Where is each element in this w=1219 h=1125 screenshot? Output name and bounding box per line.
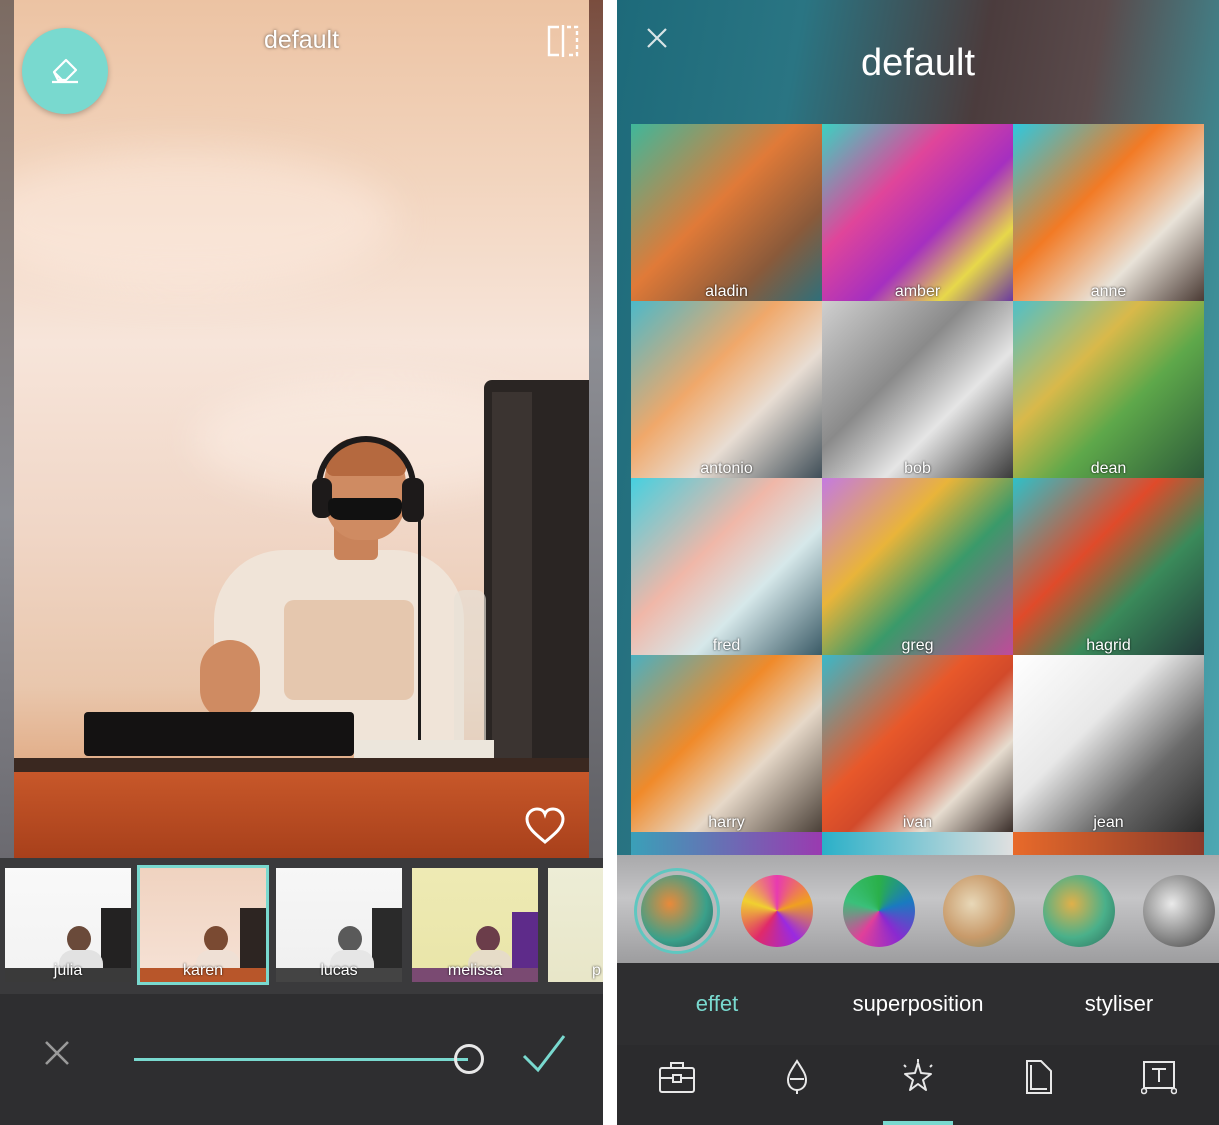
heart-icon	[524, 807, 566, 850]
text-frame-icon	[1140, 1059, 1178, 1099]
editor-action-bar	[0, 994, 603, 1125]
effect-preset-label: greg	[901, 637, 934, 654]
effect-preset-label: hagrid	[1086, 637, 1131, 654]
effect-category-4[interactable]	[943, 875, 1015, 947]
effect-category-strip	[617, 855, 1219, 963]
drop-icon	[784, 1059, 810, 1099]
effect-preset-fred[interactable]: fred	[631, 478, 822, 655]
close-icon	[42, 1041, 72, 1072]
effect-mode-tabs: effet superposition styliser	[617, 963, 1219, 1045]
tab-superposition[interactable]: superposition	[818, 991, 1018, 1017]
effect-preset-harry[interactable]: harry	[631, 655, 822, 832]
photo-edge-left	[0, 0, 14, 858]
effect-preset-anne[interactable]: anne	[1013, 124, 1204, 301]
filter-thumb-lucas[interactable]: lucas	[276, 868, 402, 982]
effect-preset-label: fred	[712, 637, 741, 654]
effect-category-2[interactable]	[741, 875, 813, 947]
photo-preview	[14, 0, 589, 858]
effect-preset-hagrid[interactable]: hagrid	[1013, 478, 1204, 655]
effect-preset-ivan[interactable]: ivan	[822, 655, 1013, 832]
effect-preset-grid: aladin amber anne antonio bob dean fred …	[631, 124, 1205, 855]
tool-sparkle[interactable]	[898, 1059, 938, 1099]
screen-divider	[603, 0, 617, 1125]
favorite-button[interactable]	[524, 806, 566, 850]
effect-category-5[interactable]	[1043, 875, 1115, 947]
effect-preset-dean[interactable]: dean	[1013, 301, 1204, 478]
effect-category-6[interactable]	[1143, 875, 1215, 947]
page-title: default	[263, 26, 340, 54]
effect-preset-aladin[interactable]: aladin	[631, 124, 822, 301]
effect-preset-label: ivan	[902, 814, 933, 831]
effect-preset-jean[interactable]: jean	[1013, 655, 1204, 832]
tool-toolbox[interactable]	[657, 1059, 697, 1099]
filter-thumb-label: julia	[53, 962, 83, 979]
filter-editor-screen: default julia karen lucas melissa p	[0, 0, 603, 1125]
pages-icon	[1023, 1059, 1055, 1099]
strength-slider-handle[interactable]	[454, 1044, 484, 1074]
effect-preset-label: anne	[1090, 283, 1127, 300]
filter-thumb-label: lucas	[320, 962, 358, 979]
filter-thumb-label: p	[592, 962, 601, 979]
eraser-icon	[48, 54, 82, 88]
strength-slider-track[interactable]	[134, 1058, 468, 1061]
filter-thumb-label: karen	[182, 962, 224, 979]
tab-effet[interactable]: effet	[617, 991, 817, 1017]
filter-thumb-melissa[interactable]: melissa	[412, 868, 538, 982]
confirm-button[interactable]	[520, 1032, 568, 1080]
bottom-toolbar	[617, 1045, 1219, 1125]
effect-preset-amber[interactable]: amber	[822, 124, 1013, 301]
effect-preset-label: amber	[894, 283, 941, 300]
filter-thumb-karen[interactable]: karen	[137, 865, 269, 985]
check-icon	[520, 1035, 568, 1080]
compare-button[interactable]	[545, 24, 581, 62]
filter-thumbnail-strip: julia karen lucas melissa p	[0, 858, 603, 994]
effect-preset-label: antonio	[700, 460, 753, 477]
cancel-button[interactable]	[42, 1038, 72, 1072]
filter-thumb-label: melissa	[447, 962, 503, 979]
effect-preset-label: aladin	[705, 283, 748, 300]
filter-thumb-julia[interactable]: julia	[5, 868, 131, 982]
photo-edge-right	[589, 0, 603, 858]
compare-icon	[545, 25, 581, 62]
effect-preset-label: jean	[1093, 814, 1124, 831]
effect-preset-bob[interactable]: bob	[822, 301, 1013, 478]
sparkle-icon	[900, 1059, 936, 1099]
effect-category-1[interactable]	[641, 875, 713, 947]
tool-drop[interactable]	[777, 1059, 817, 1099]
effect-preset-partial[interactable]	[1013, 832, 1204, 855]
effect-preset-label: harry	[708, 814, 745, 831]
effect-category-3[interactable]	[843, 875, 915, 947]
tool-pages[interactable]	[1019, 1059, 1059, 1099]
tab-styliser[interactable]: styliser	[1019, 991, 1219, 1017]
active-tool-indicator	[883, 1121, 953, 1125]
tool-text-frame[interactable]	[1139, 1059, 1179, 1099]
toolbox-icon	[658, 1060, 696, 1098]
effect-preset-label: dean	[1090, 460, 1127, 477]
effect-preset-greg[interactable]: greg	[822, 478, 1013, 655]
effect-preset-partial[interactable]	[822, 832, 1013, 855]
effect-preset-label: bob	[904, 460, 931, 477]
filter-thumb-partial[interactable]: p	[548, 868, 603, 982]
effect-preset-partial[interactable]	[631, 832, 822, 855]
page-title: default	[860, 42, 976, 84]
effects-browser-screen: default aladin amber anne antonio bob de…	[617, 0, 1219, 1125]
effect-preset-antonio[interactable]: antonio	[631, 301, 822, 478]
